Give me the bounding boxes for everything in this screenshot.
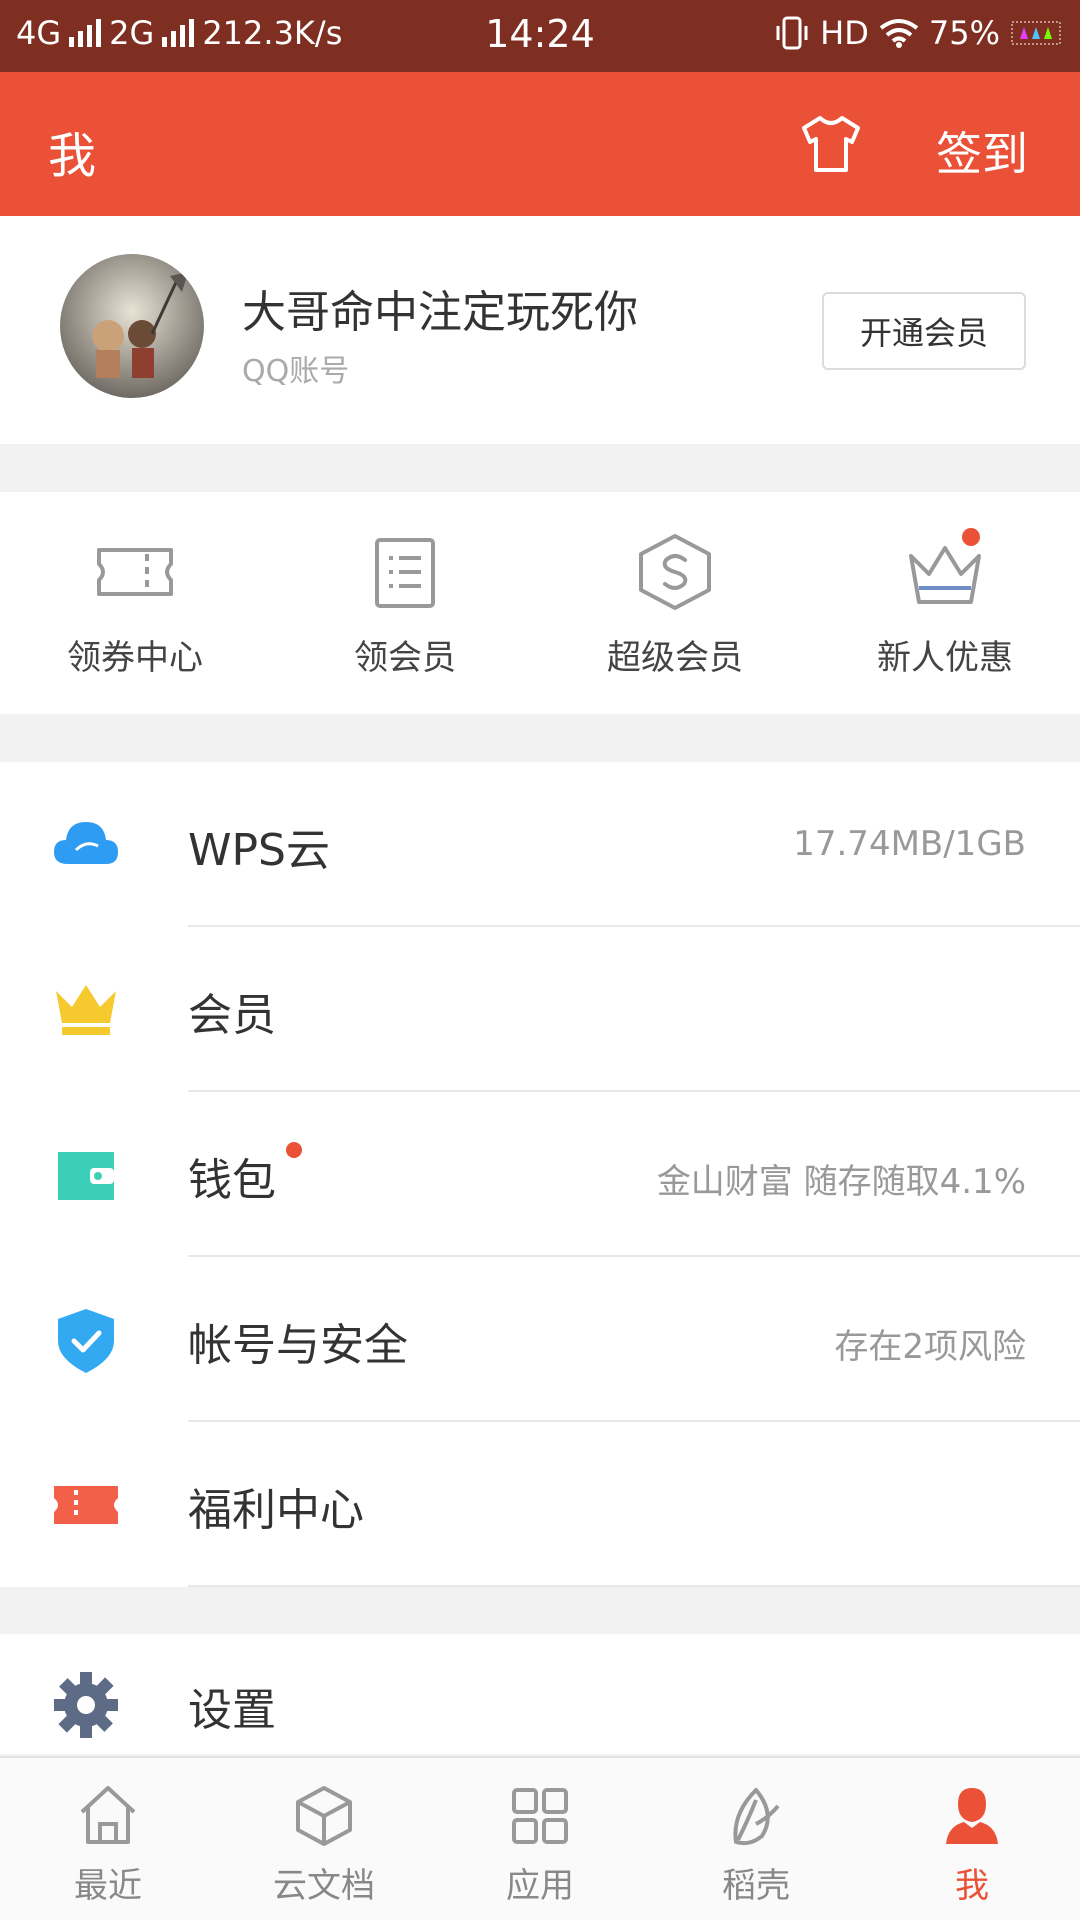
hd-label: HD — [820, 14, 869, 52]
app-header: 我 签到 — [0, 72, 1080, 216]
menu-item-member[interactable]: 会员 — [0, 927, 1080, 1092]
crown-icon — [56, 985, 116, 1035]
nav-item-label: 最近 — [74, 1866, 142, 1906]
cube-icon — [296, 1786, 352, 1846]
menu-item-settings[interactable]: 设置 — [0, 1634, 1080, 1754]
page-title: 我 — [48, 128, 97, 184]
leaf-icon — [733, 1788, 780, 1846]
cloud-icon — [54, 822, 118, 864]
vibrate-icon — [776, 16, 808, 50]
apps-grid-icon — [512, 1788, 568, 1844]
nav-item-docer[interactable]: 稻壳 — [648, 1758, 864, 1920]
checkin-button[interactable]: 签到 — [936, 118, 1028, 184]
profile-card[interactable]: 大哥命中注定玩死你 QQ账号 开通会员 — [0, 216, 1080, 444]
menu-item-wps-cloud[interactable]: WPS云 17.74MB/1GB — [0, 762, 1080, 927]
tshirt-icon[interactable] — [800, 114, 862, 174]
nav-item-label: 云文档 — [273, 1866, 375, 1906]
username: 大哥命中注定玩死你 — [242, 287, 638, 338]
wifi-icon — [879, 19, 919, 48]
battery-percent: 75% — [928, 14, 1000, 52]
gear-icon — [54, 1672, 118, 1738]
menu-item-label: 帐号与安全 — [188, 1320, 408, 1371]
quick-item-label: 超级会员 — [607, 638, 743, 678]
battery-icon — [1011, 21, 1061, 45]
notification-dot — [286, 1142, 302, 1158]
nav-item-label: 稻壳 — [722, 1866, 790, 1906]
bottom-navigation: 最近 云文档 应用 稻壳 我 — [0, 1756, 1080, 1920]
menu-item-account-security[interactable]: 帐号与安全 存在2项风险 — [0, 1257, 1080, 1422]
menu-item-label: 会员 — [188, 990, 276, 1041]
avatar[interactable] — [60, 254, 204, 398]
notification-dot — [962, 528, 980, 546]
security-risk-status: 存在2项风险 — [834, 1327, 1026, 1367]
status-right: HD 75% — [774, 14, 1066, 52]
quick-item-label: 新人优惠 — [877, 638, 1013, 678]
quick-actions: 领券中心 领会员 超级会员 新人优惠 — [0, 492, 1080, 714]
quick-item-coupon-center[interactable]: 领券中心 — [0, 492, 270, 714]
wallet-promo: 金山财富 随存随取4.1% — [656, 1162, 1026, 1202]
menu-list: WPS云 17.74MB/1GB 会员 钱包 金山财富 随存随取4.1% 帐号与… — [0, 762, 1080, 1587]
quick-item-newcomer-offer[interactable]: 新人优惠 — [810, 492, 1080, 714]
menu-item-label: 福利中心 — [188, 1485, 364, 1536]
open-vip-button[interactable]: 开通会员 — [822, 292, 1026, 370]
menu-item-label: WPS云 — [188, 825, 330, 876]
nav-item-recent[interactable]: 最近 — [0, 1758, 216, 1920]
quick-item-label: 领会员 — [354, 638, 456, 678]
wallet-icon — [58, 1152, 114, 1200]
ticket-icon — [97, 548, 173, 596]
account-type: QQ账号 — [242, 354, 350, 389]
quick-item-label: 领券中心 — [67, 638, 203, 678]
divider — [188, 1585, 1080, 1587]
super-member-icon — [639, 534, 711, 610]
nav-item-label: 应用 — [506, 1866, 574, 1906]
menu-item-wallet[interactable]: 钱包 金山财富 随存随取4.1% — [0, 1092, 1080, 1257]
nav-item-me[interactable]: 我 — [864, 1758, 1080, 1920]
status-bar: 4G 2G 212.3K/s 14:24 HD 75% — [0, 0, 1080, 72]
menu-item-label: 钱包 — [188, 1155, 276, 1206]
coupon-icon — [54, 1486, 118, 1524]
shield-icon — [58, 1309, 114, 1373]
menu-item-label: 设置 — [188, 1685, 276, 1736]
home-icon — [80, 1786, 136, 1844]
quick-item-get-member[interactable]: 领会员 — [270, 492, 540, 714]
quick-item-super-member[interactable]: 超级会员 — [540, 492, 810, 714]
nav-item-cloud-docs[interactable]: 云文档 — [216, 1758, 432, 1920]
nav-item-label: 我 — [955, 1866, 989, 1906]
nav-item-apps[interactable]: 应用 — [432, 1758, 648, 1920]
person-icon — [946, 1788, 998, 1844]
storage-usage: 17.74MB/1GB — [793, 824, 1026, 864]
list-icon — [375, 538, 435, 608]
menu-item-welfare-center[interactable]: 福利中心 — [0, 1422, 1080, 1587]
